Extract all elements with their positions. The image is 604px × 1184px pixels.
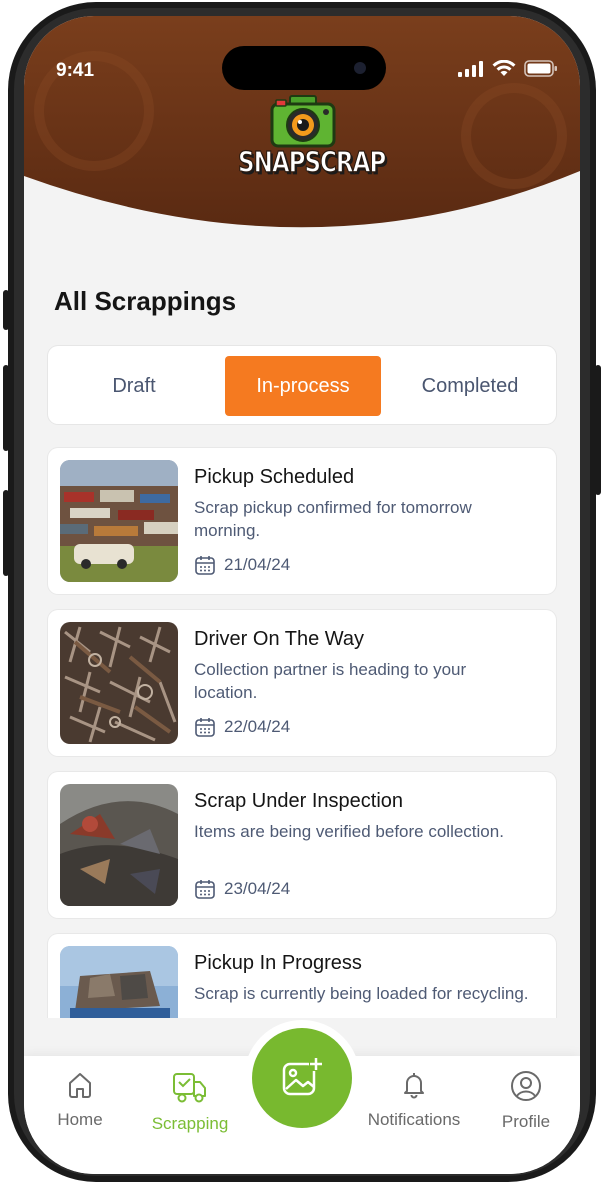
card-title: Pickup Scheduled <box>194 466 355 488</box>
nav-home[interactable]: Home <box>44 1070 116 1130</box>
side-button-power <box>595 365 601 495</box>
status-time: 9:41 <box>56 60 95 81</box>
scrapping-list: Pickup Scheduled Scrap pickup confirmed … <box>24 436 580 1018</box>
home-icon <box>69 1073 91 1098</box>
scrap-thumbnail <box>60 622 178 744</box>
status-icons <box>458 60 558 77</box>
dynamic-island <box>222 46 386 90</box>
calendar-icon <box>195 556 215 575</box>
card-date: 23/04/24 <box>194 878 290 900</box>
signal-icon <box>458 60 483 77</box>
profile-icon <box>511 1071 541 1101</box>
tab-completed[interactable]: Completed <box>396 356 544 416</box>
scrapping-card[interactable]: Scrap Under Inspection Items are being v… <box>48 772 556 918</box>
add-scrap-photo-button[interactable] <box>252 1028 352 1128</box>
nav-home-label: Home <box>57 1110 103 1129</box>
card-description: Scrap pickup confirmed for tomorrow morn… <box>194 498 472 540</box>
card-date-text: 23/04/24 <box>224 879 291 898</box>
scrap-thumbnail <box>60 784 178 906</box>
tab-in-process[interactable]: In-process <box>225 356 381 416</box>
scrapping-card[interactable]: Driver On The Way Collection partner is … <box>48 610 556 756</box>
wifi-icon <box>492 60 516 76</box>
card-title: Driver On The Way <box>194 628 365 650</box>
scrapping-card[interactable]: Pickup In Progress Scrap is currently be… <box>48 934 556 1018</box>
card-title: Pickup In Progress <box>194 952 362 974</box>
nav-scrapping-label: Scrapping <box>151 1114 229 1133</box>
status-tabs: Draft In-process Completed <box>48 346 556 424</box>
nav-profile-label: Profile <box>501 1112 551 1131</box>
scrapping-card[interactable]: Pickup Scheduled Scrap pickup confirmed … <box>48 448 556 594</box>
app-screen: 9:41 SNAPSCRAP All Scrappings Draft In-p… <box>24 16 580 1174</box>
card-description: Items are being verified before collecti… <box>194 822 504 841</box>
calendar-icon <box>195 880 215 899</box>
battery-icon <box>524 60 557 77</box>
tab-draft[interactable]: Draft <box>64 356 204 416</box>
side-button-volume-up <box>3 365 9 451</box>
card-date: 21/04/24 <box>194 554 290 576</box>
bell-icon <box>404 1073 424 1099</box>
camera-logo-icon <box>270 95 336 148</box>
card-description: Scrap is currently being loaded for recy… <box>194 984 529 1003</box>
truck-icon <box>173 1073 206 1103</box>
logo-wordmark: SNAPSCRAP <box>238 146 387 180</box>
front-camera <box>354 62 366 74</box>
nav-notifications[interactable]: Notifications <box>354 1070 474 1130</box>
nav-profile[interactable]: Profile <box>490 1070 562 1132</box>
side-button-volume-down <box>3 490 9 576</box>
side-button-mute <box>3 290 9 330</box>
card-title: Scrap Under Inspection <box>194 790 404 812</box>
card-date: 22/04/24 <box>194 716 290 738</box>
card-date-text: 22/04/24 <box>224 717 291 736</box>
scrap-thumbnail <box>60 460 178 582</box>
scrap-thumbnail <box>60 946 178 1018</box>
calendar-icon <box>195 718 215 737</box>
page-title: All Scrappings <box>54 286 237 316</box>
snapscrap-logo: SNAPSCRAP <box>238 94 387 186</box>
add-image-icon <box>282 1057 323 1096</box>
card-date-text: 21/04/24 <box>224 555 291 574</box>
nav-notifications-label: Notifications <box>367 1110 461 1129</box>
nav-scrapping[interactable]: Scrapping <box>142 1070 238 1134</box>
card-description: Collection partner is heading to your lo… <box>194 660 467 702</box>
